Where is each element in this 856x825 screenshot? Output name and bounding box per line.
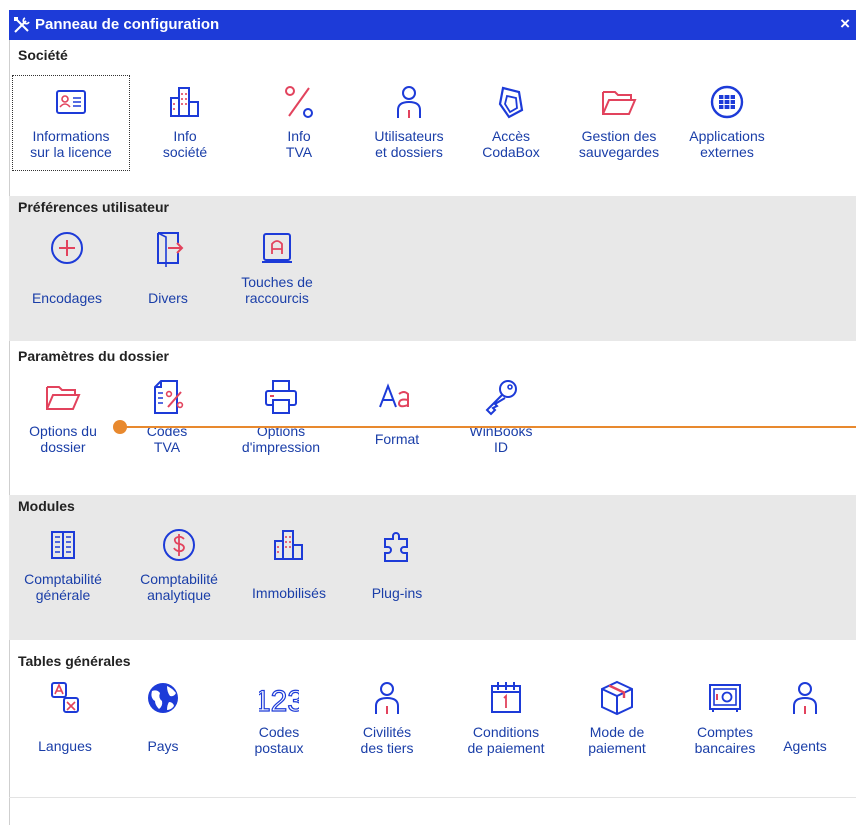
item-divers[interactable]: Divers (110, 226, 226, 306)
numbers-123-icon: 123 (259, 684, 299, 718)
percent-icon (285, 86, 313, 118)
package-icon (601, 680, 633, 716)
item-encodages[interactable]: Encodages (9, 226, 125, 306)
doc-percent-icon (154, 380, 184, 414)
user-icon (375, 682, 399, 714)
bottom-divider (9, 797, 856, 798)
annotation-line (120, 426, 856, 428)
globe-icon (148, 683, 178, 713)
key-icon (485, 380, 517, 416)
user-icon (397, 86, 421, 118)
section-title: Société (18, 47, 68, 63)
item-conditions-paiement[interactable]: Conditions de paiement (441, 678, 571, 756)
item-winbooks-id[interactable]: WinBooks ID (443, 377, 559, 455)
id-card-icon (56, 90, 86, 114)
item-codes-tva[interactable]: Codes TVA (109, 377, 225, 455)
section-preferences: Préférences utilisateur Encodages Divers… (9, 196, 856, 341)
item-acces-codabox[interactable]: Accès CodaBox (453, 76, 569, 160)
title-bar: Panneau de configuration × (9, 10, 856, 40)
folder-icon (46, 386, 81, 410)
item-touches-raccourcis[interactable]: Touches de raccourcis (219, 226, 335, 306)
dollar-circle-icon (163, 529, 195, 561)
item-codes-postaux[interactable]: 123 Codes postaux (221, 678, 337, 756)
item-options-dossier[interactable]: Options du dossier (5, 377, 121, 455)
font-format-icon (379, 383, 409, 408)
app-grid-icon (710, 85, 744, 119)
puzzle-icon (384, 532, 408, 562)
codabox-icon (498, 86, 524, 119)
translate-icon (51, 682, 79, 713)
section-tables-generales: Tables générales Langues Pays 123 Codes … (9, 650, 856, 800)
section-societe: Société Informations sur la licence Info… (9, 44, 856, 194)
item-info-societe[interactable]: Info société (127, 76, 243, 160)
item-utilisateurs-dossiers[interactable]: Utilisateurs et dossiers (351, 76, 467, 160)
item-info-tva[interactable]: Info TVA (241, 76, 357, 160)
item-gestion-sauvegardes[interactable]: Gestion des sauvegardes (561, 76, 677, 160)
item-pays[interactable]: Pays (105, 678, 221, 754)
svg-text:123: 123 (259, 685, 299, 718)
section-title: Tables générales (18, 653, 131, 669)
close-icon[interactable]: × (840, 14, 850, 34)
section-title: Paramètres du dossier (18, 348, 169, 364)
item-civilites-tiers[interactable]: Civilités des tiers (329, 678, 445, 756)
keyboard-key-icon (262, 233, 292, 263)
item-informations-licence[interactable]: Informations sur la licence (12, 75, 130, 171)
building-icon (274, 530, 303, 560)
item-agents[interactable]: Agents (755, 678, 855, 754)
door-arrow-icon (157, 232, 184, 267)
tools-icon (14, 17, 30, 33)
section-modules: Modules Comptabilité générale Comptabili… (9, 495, 856, 640)
safe-icon (709, 684, 741, 712)
item-options-impression[interactable]: Options d'impression (223, 377, 339, 455)
printer-icon (265, 380, 297, 414)
item-format[interactable]: Format (339, 377, 455, 447)
item-comptabilite-analytique[interactable]: Comptabilité analytique (121, 525, 237, 603)
building-icon (170, 87, 199, 117)
plus-circle-icon (51, 232, 83, 264)
item-applications-externes[interactable]: Applications externes (669, 76, 785, 160)
folder-icon (602, 91, 637, 115)
item-mode-paiement[interactable]: Mode de paiement (559, 678, 675, 756)
window-title: Panneau de configuration (35, 16, 220, 33)
calendar-icon (491, 682, 521, 713)
user-icon (793, 682, 817, 714)
section-parametres-dossier: Paramètres du dossier Options du dossier… (9, 345, 856, 485)
item-comptabilite-generale[interactable]: Comptabilité générale (5, 525, 121, 603)
item-immobilises[interactable]: Immobilisés (231, 525, 347, 601)
section-title: Préférences utilisateur (18, 199, 169, 215)
section-title: Modules (18, 498, 75, 514)
annotation-dot (113, 420, 127, 434)
ledger-icon (51, 531, 75, 559)
item-plug-ins[interactable]: Plug-ins (339, 525, 455, 601)
